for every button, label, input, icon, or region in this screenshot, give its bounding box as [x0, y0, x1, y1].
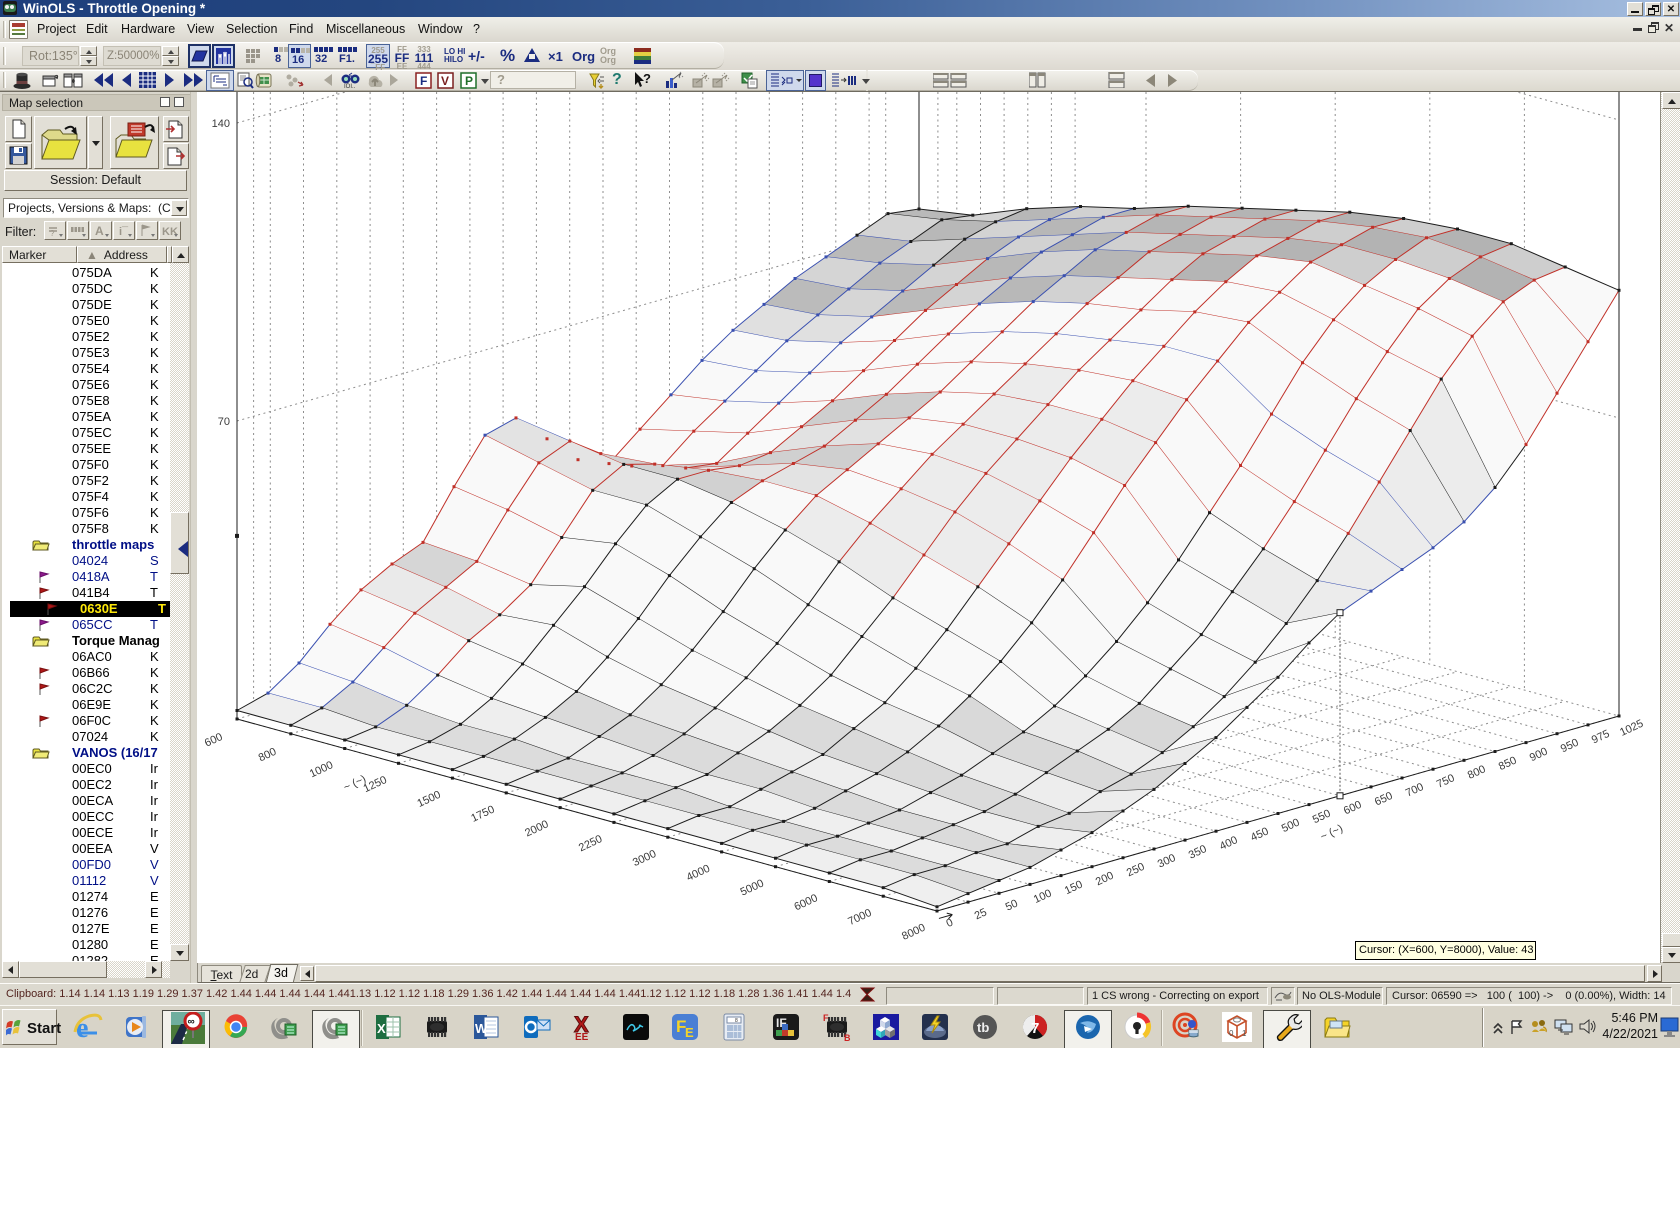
svg-text:B: B: [844, 1033, 851, 1042]
svg-text:A: A: [95, 224, 104, 238]
svg-text:?: ?: [50, 229, 55, 238]
svg-text:tb: tb: [977, 1020, 989, 1035]
svg-text:∞: ∞: [188, 1017, 195, 1028]
svg-text:0: 0: [1229, 1029, 1234, 1038]
svg-text:P: P: [465, 74, 473, 88]
svg-text:8: 8: [735, 1018, 738, 1024]
svg-text:F: F: [823, 1013, 829, 1023]
svg-text:1: 1: [1242, 1029, 1247, 1038]
svg-text:E: E: [685, 1025, 694, 1040]
svg-text:IOI..: IOI..: [344, 84, 356, 89]
svg-text:F: F: [420, 74, 427, 88]
svg-text:X: X: [377, 1021, 386, 1036]
svg-text:i¯: i¯: [119, 226, 129, 238]
svg-text:EE: EE: [575, 1032, 589, 1042]
svg-text:V: V: [441, 74, 449, 88]
svg-text:70: 70: [218, 416, 230, 428]
svg-text:?: ?: [643, 71, 651, 86]
svg-text:140: 140: [212, 118, 230, 130]
svg-text:W: W: [475, 1021, 488, 1036]
svg-text:7: 7: [1031, 1020, 1039, 1037]
